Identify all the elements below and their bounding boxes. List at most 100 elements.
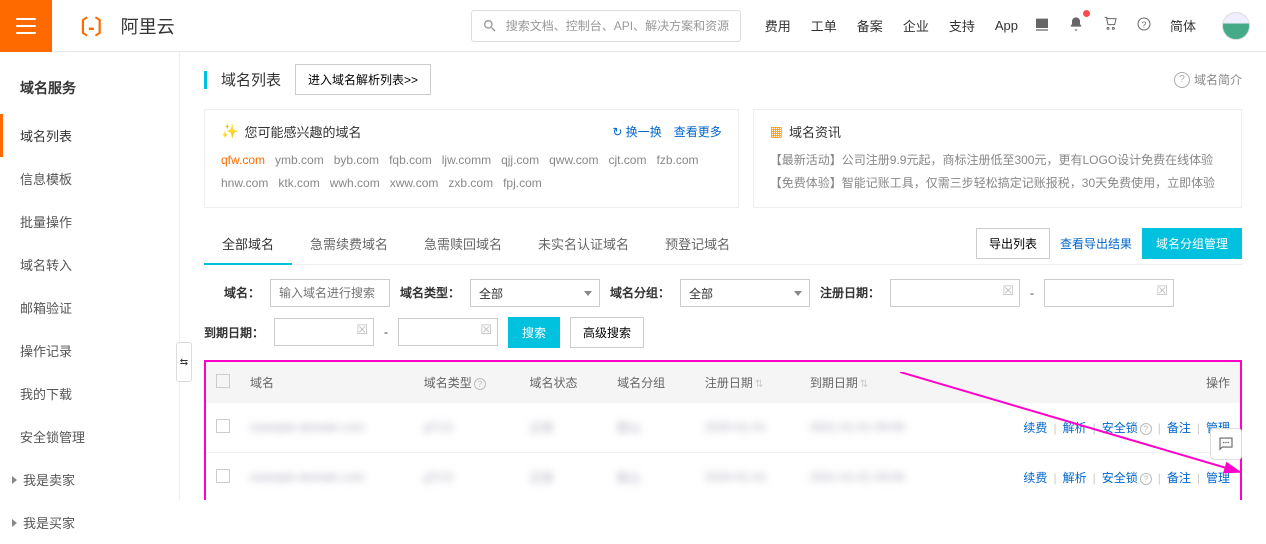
table-row: example-domain.comgTLD正常默认2020-01-012021… bbox=[206, 452, 1240, 500]
th-expdate[interactable]: 到期日期⇅ bbox=[800, 362, 948, 403]
action-续费[interactable]: 续费 bbox=[1023, 471, 1047, 485]
type-select[interactable]: 全部 bbox=[470, 279, 600, 307]
suggested-domain[interactable]: ljw.comm bbox=[442, 153, 491, 167]
page-header: 域名列表 进入域名解析列表>> 域名简介 bbox=[204, 64, 1242, 95]
regdate-end-input[interactable] bbox=[1044, 279, 1174, 307]
tab-1[interactable]: 急需续费域名 bbox=[292, 224, 406, 264]
nav-enterprise[interactable]: 企业 bbox=[903, 16, 929, 35]
action-备注[interactable]: 备注 bbox=[1167, 421, 1191, 435]
action-安全锁[interactable]: 安全锁 bbox=[1102, 471, 1138, 485]
row-checkbox[interactable] bbox=[216, 469, 230, 483]
suggested-domain[interactable]: qjj.com bbox=[501, 153, 539, 167]
label-group: 域名分组： bbox=[610, 284, 670, 301]
tab-0[interactable]: 全部域名 bbox=[204, 224, 292, 265]
cell-status: 正常 bbox=[529, 471, 553, 485]
menu-toggle[interactable] bbox=[0, 0, 52, 52]
suggested-domain[interactable]: qfw.com bbox=[221, 153, 265, 167]
th-ops: 操作 bbox=[948, 362, 1240, 403]
suggested-domain[interactable]: zxb.com bbox=[448, 176, 493, 190]
table-row: example-domain.comgTLD正常默认2020-01-012021… bbox=[206, 403, 1240, 453]
nav-support[interactable]: 支持 bbox=[949, 16, 975, 35]
caret-icon bbox=[12, 519, 17, 527]
nav-ticket[interactable]: 工单 bbox=[811, 16, 837, 35]
view-export-link[interactable]: 查看导出结果 bbox=[1060, 235, 1132, 252]
label-regdate: 注册日期： bbox=[820, 284, 880, 301]
sidebar-item-1[interactable]: 信息模板 bbox=[0, 157, 179, 200]
sidebar-item-9[interactable]: 我是买家 bbox=[0, 501, 179, 544]
select-all-checkbox[interactable] bbox=[216, 374, 230, 388]
suggested-domain[interactable]: wwh.com bbox=[330, 176, 380, 190]
action-解析[interactable]: 解析 bbox=[1063, 421, 1087, 435]
suggested-domain[interactable]: fzb.com bbox=[656, 153, 698, 167]
global-search[interactable]: 搜索文档、控制台、API、解决方案和资源 bbox=[471, 10, 741, 42]
cell-domain: example-domain.com bbox=[250, 470, 365, 484]
view-more-link[interactable]: 查看更多 bbox=[674, 123, 722, 140]
export-button[interactable]: 导出列表 bbox=[976, 228, 1050, 259]
card-news: ▦ 域名资讯 【最新活动】公司注册9.9元起，商标注册低至300元，更有LOGO… bbox=[753, 109, 1242, 208]
action-备注[interactable]: 备注 bbox=[1167, 471, 1191, 485]
cell-expdate: 2021-01-01 00:00 bbox=[810, 470, 905, 484]
news-line-1[interactable]: 【最新活动】公司注册9.9元起，商标注册低至300元，更有LOGO设计免费在线体… bbox=[770, 149, 1225, 172]
action-解析[interactable]: 解析 bbox=[1063, 471, 1087, 485]
refresh-link[interactable]: ↻ 换一换 bbox=[612, 123, 661, 140]
help-icon[interactable]: ? bbox=[1136, 16, 1152, 35]
suggested-domain[interactable]: fqb.com bbox=[389, 153, 432, 167]
title-accent bbox=[204, 71, 207, 89]
suggested-domain[interactable]: ymb.com bbox=[275, 153, 324, 167]
sort-icon: ⇅ bbox=[860, 379, 868, 390]
regdate-start-input[interactable] bbox=[890, 279, 1020, 307]
suggested-domain[interactable]: fpj.com bbox=[503, 176, 542, 190]
sidebar-item-8[interactable]: 我是卖家 bbox=[0, 458, 179, 501]
label-domain: 域名： bbox=[204, 284, 260, 301]
group-select[interactable]: 全部 bbox=[680, 279, 810, 307]
help-icon[interactable]: ? bbox=[474, 378, 486, 390]
go-dns-list-button[interactable]: 进入域名解析列表>> bbox=[295, 64, 431, 95]
nav-fee[interactable]: 费用 bbox=[765, 16, 791, 35]
tab-2[interactable]: 急需赎回域名 bbox=[406, 224, 520, 264]
user-avatar[interactable] bbox=[1222, 12, 1250, 40]
help-icon[interactable]: ? bbox=[1140, 473, 1152, 485]
suggested-domain[interactable]: ktk.com bbox=[278, 176, 319, 190]
suggested-domain[interactable]: hnw.com bbox=[221, 176, 268, 190]
action-安全锁[interactable]: 安全锁 bbox=[1102, 421, 1138, 435]
search-button[interactable]: 搜索 bbox=[508, 317, 560, 348]
row-checkbox[interactable] bbox=[216, 419, 230, 433]
sidebar-item-5[interactable]: 操作记录 bbox=[0, 329, 179, 372]
help-icon[interactable]: ? bbox=[1140, 423, 1152, 435]
cart-icon[interactable] bbox=[1102, 16, 1118, 35]
console-icon[interactable] bbox=[1034, 16, 1050, 35]
action-管理[interactable]: 管理 bbox=[1206, 471, 1230, 485]
sidebar-item-6[interactable]: 我的下载 bbox=[0, 372, 179, 415]
domain-intro-link[interactable]: 域名简介 bbox=[1174, 71, 1242, 88]
brand-logo[interactable]: 〔-〕 阿里云 bbox=[68, 11, 175, 40]
cell-domain: example-domain.com bbox=[250, 420, 365, 434]
tab-3[interactable]: 未实名认证域名 bbox=[520, 224, 647, 264]
sidebar-collapse-handle[interactable]: ⇆ bbox=[176, 342, 192, 382]
action-续费[interactable]: 续费 bbox=[1023, 421, 1047, 435]
suggested-domain[interactable]: byb.com bbox=[334, 153, 379, 167]
domain-suggestion-list: qfw.com ymb.com byb.com fqb.com ljw.comm qjj.… bbox=[221, 149, 722, 195]
advanced-search-button[interactable]: 高级搜索 bbox=[570, 317, 644, 348]
lang-switch[interactable]: 简体 bbox=[1170, 16, 1196, 35]
th-regdate[interactable]: 注册日期⇅ bbox=[695, 362, 800, 403]
news-line-2[interactable]: 【免费体验】智能记账工具，仅需三步轻松搞定记账报税，30天免费使用，立即体验 bbox=[770, 172, 1225, 195]
bell-icon[interactable] bbox=[1068, 16, 1084, 35]
tab-4[interactable]: 预登记域名 bbox=[647, 224, 748, 264]
nav-app[interactable]: App bbox=[995, 18, 1018, 33]
sidebar-item-0[interactable]: 域名列表 bbox=[0, 114, 179, 157]
nav-icp[interactable]: 备案 bbox=[857, 16, 883, 35]
suggested-domain[interactable]: xww.com bbox=[390, 176, 439, 190]
suggested-domain[interactable]: qww.com bbox=[549, 153, 598, 167]
expdate-end-input[interactable] bbox=[398, 318, 498, 346]
expdate-start-input[interactable] bbox=[274, 318, 374, 346]
sidebar-item-7[interactable]: 安全锁管理 bbox=[0, 415, 179, 458]
chat-support-button[interactable] bbox=[1210, 428, 1242, 460]
sidebar-item-2[interactable]: 批量操作 bbox=[0, 200, 179, 243]
main-content: 域名列表 进入域名解析列表>> 域名简介 ✨ 您可能感兴趣的域名 ↻ 换一换 查… bbox=[180, 52, 1266, 500]
group-manage-button[interactable]: 域名分组管理 bbox=[1142, 228, 1242, 259]
domain-search-input[interactable] bbox=[270, 279, 390, 307]
suggested-domain[interactable]: cjt.com bbox=[608, 153, 646, 167]
card-title: 您可能感兴趣的域名 bbox=[244, 122, 361, 141]
sidebar-item-3[interactable]: 域名转入 bbox=[0, 243, 179, 286]
sidebar-item-4[interactable]: 邮箱验证 bbox=[0, 286, 179, 329]
